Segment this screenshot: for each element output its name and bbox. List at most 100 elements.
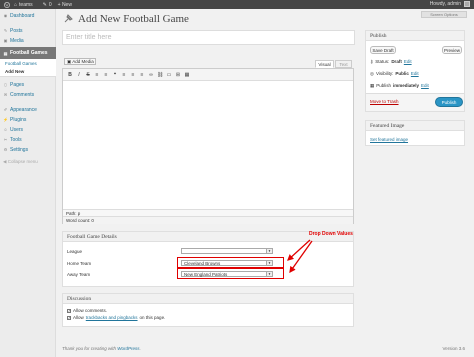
toolbar-toggle-button[interactable]: ▦ [184,72,190,78]
unlink-button[interactable]: ⛓ [157,72,163,78]
chevron-down-icon: ▼ [266,249,272,253]
sidebar-item-users[interactable]: ☺ Users [0,125,56,134]
sidebar-item-appearance[interactable]: ✐ Appearance [0,105,56,114]
home-icon: ⌂ [14,1,18,8]
annotation-arrows-icon [287,239,313,274]
sidebar-item-label: Pages [10,81,25,88]
tab-text[interactable]: Text [335,60,352,68]
content-editor: B I S ≡ ≡ ❝ ≡ ≡ ≡ ∞ ⛓ ▭ ⊞ ▦ Path: p Word… [62,68,354,224]
allow-pings-checkbox[interactable]: ✓ [67,315,71,320]
howdy-label: Howdy, admin [429,1,461,7]
pin-icon: ✎ [3,28,8,33]
admin-bar: W ⌂ teams ✎ 0 + New Howdy, admin [0,0,474,9]
align-center-button[interactable]: ≡ [130,72,136,78]
allow-pings-suffix: on this page. [139,315,166,320]
status-value: Draft [391,59,402,64]
calendar-icon: ▦ [370,83,375,88]
numbered-list-button[interactable]: ≡ [103,72,109,78]
discussion-box: Discussion ✓ Allow comments. ✓ Allow tra… [62,293,354,327]
allow-comments-checkbox[interactable]: ✓ [67,308,71,313]
publish-schedule-value: immediately [393,83,420,88]
bold-button[interactable]: B [67,72,73,78]
tab-visual[interactable]: Visual [315,60,334,68]
allow-comments-option[interactable]: ✓ Allow comments. [67,308,107,313]
footer-credit-text: Thank you for creating with [62,346,117,351]
sidebar-item-comments[interactable]: ✉ Comments [0,90,56,99]
comments-link[interactable]: ✎ 0 [43,2,52,8]
status-label: Status: [375,59,390,64]
move-to-trash-link[interactable]: Move to Trash [370,99,399,104]
trackbacks-pingbacks-link[interactable]: trackbacks and pingbacks [86,315,138,320]
word-count: Word count: 0 [63,216,353,224]
strikethrough-button[interactable]: S [85,72,91,78]
italic-button[interactable]: I [76,72,82,78]
align-right-button[interactable]: ≡ [139,72,145,78]
visibility-label: Visibility: [375,71,394,76]
footer-version: Version 3.6 [442,346,465,351]
collapse-menu-button[interactable]: ◀ Collapse menu [3,159,38,165]
screen-options-button[interactable]: Screen Options [421,11,467,18]
league-label: League [67,249,83,254]
comment-icon: ✉ [3,92,8,97]
wordpress-link[interactable]: WordPress [117,346,139,351]
allow-pings-option[interactable]: ✓ Allow trackbacks and pingbacks on this… [67,315,165,320]
league-select[interactable]: ▼ [181,248,273,254]
status-key-icon: ⚷ [370,59,374,64]
submenu-all-football-games[interactable]: Football Games [0,59,56,67]
sidebar-item-label: Posts [10,27,23,34]
plug-icon: ⚡ [3,117,8,122]
site-name-label: teams [19,1,33,8]
publish-schedule: ▦ Publish immediately Edit [370,83,429,89]
set-featured-image-link[interactable]: Set featured image [370,137,408,142]
insert-more-button[interactable]: ▭ [166,72,172,78]
sidebar-item-label: Settings [10,146,29,153]
editor-body[interactable] [63,81,353,209]
edit-schedule-link[interactable]: Edit [421,83,429,89]
sidebar-item-label: Users [10,126,24,133]
user-icon: ☺ [3,127,8,132]
publish-schedule-label: Publish [376,83,392,88]
sidebar-item-label: Appearance [10,106,37,113]
settings-icon: ⚙ [3,147,8,152]
sidebar-item-settings[interactable]: ⚙ Settings [0,145,56,154]
edit-visibility-link[interactable]: Edit [411,71,419,77]
preview-button[interactable]: Preview [442,46,462,54]
sidebar-item-posts[interactable]: ✎ Posts [0,26,56,35]
blockquote-button[interactable]: ❝ [112,72,118,78]
publish-box: Publish Save Draft Preview ⚷ Status: Dra… [365,30,465,112]
sidebar-item-dashboard[interactable]: ◉ Dashboard [0,11,56,20]
svg-text:W: W [5,3,9,7]
edit-status-link[interactable]: Edit [404,59,412,65]
editor-path: Path: p [63,209,353,216]
publish-box-title: Publish [366,31,464,41]
sidebar-item-label: Comments [10,91,35,98]
save-draft-button[interactable]: Save Draft [370,46,396,54]
submenu-add-new[interactable]: Add New [0,67,56,75]
post-title-input[interactable]: Enter title here [62,30,355,45]
sidebar-item-media[interactable]: ▣ Media [0,36,56,45]
footer-credit: Thank you for creating with WordPress. [62,346,141,351]
insert-link-button[interactable]: ∞ [148,72,154,78]
sidebar-item-pages[interactable]: ▯ Pages [0,80,56,89]
add-media-button[interactable]: ▣ Add Media [64,58,96,65]
new-content-link[interactable]: + New [58,2,72,8]
site-name-link[interactable]: ⌂ teams [14,2,33,8]
visibility-eye-icon: ◎ [370,71,374,76]
media-icon: ▣ [67,58,72,64]
page-title: Add New Football Game [78,13,189,25]
away-team-label: Away Team [67,272,91,277]
visibility-value: Public [395,71,409,76]
home-team-highlight [177,257,284,268]
wordpress-logo-icon[interactable]: W [4,1,10,8]
fullscreen-button[interactable]: ⊞ [175,72,181,78]
post-status: ⚷ Status: Draft Edit [370,59,412,65]
sidebar-item-label: Dashboard [10,12,35,19]
align-left-button[interactable]: ≡ [121,72,127,78]
sidebar-item-tools[interactable]: ✂ Tools [0,135,56,144]
publish-button[interactable]: Publish [435,97,463,107]
sidebar-item-football-games[interactable]: ▤ Football Games [0,47,56,59]
sidebar-item-plugins[interactable]: ⚡ Plugins [0,115,56,124]
sidebar-item-label: Football Games [10,50,48,56]
bullet-list-button[interactable]: ≡ [94,72,100,78]
account-menu[interactable]: Howdy, admin [430,1,470,7]
